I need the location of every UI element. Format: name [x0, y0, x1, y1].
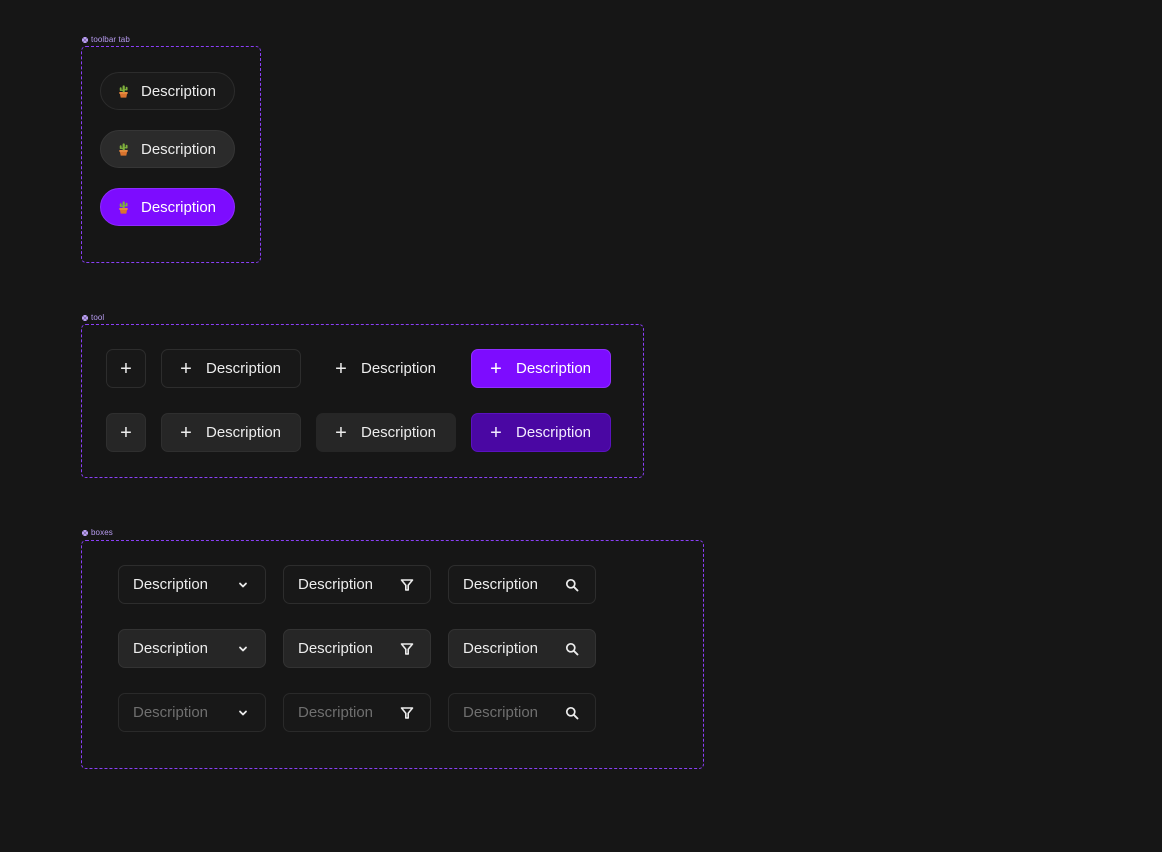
box-label: Description	[463, 576, 539, 593]
search-icon	[565, 578, 579, 591]
filter-box[interactable]: Description	[283, 565, 431, 604]
tool-label: Description	[361, 424, 437, 441]
box-label: Description	[133, 640, 209, 657]
component-icon	[82, 36, 88, 43]
tool-label: Description	[206, 360, 282, 377]
filter-box-placeholder[interactable]: Description	[283, 693, 431, 732]
section-label-boxes: boxes	[82, 528, 113, 537]
component-icon	[82, 529, 88, 536]
box-label: Description	[463, 640, 539, 657]
tool-frame	[81, 324, 644, 478]
add-button-primary-pressed[interactable]: + Description	[471, 413, 611, 452]
chevron-down-icon	[239, 710, 247, 715]
cactus-icon	[119, 201, 128, 214]
tool-label: Description	[206, 424, 282, 441]
toolbar-tab-label: Description	[141, 198, 217, 216]
toolbar-tab-hover[interactable]: Description	[100, 130, 235, 168]
toolbar-tab-active[interactable]: Description	[100, 188, 235, 226]
dropdown-box-hover[interactable]: Description	[118, 629, 266, 668]
plus-icon: +	[180, 421, 192, 444]
filter-box-hover[interactable]: Description	[283, 629, 431, 668]
plus-icon: +	[180, 357, 192, 380]
filter-icon	[400, 578, 414, 591]
add-icon-button[interactable]: +	[106, 349, 146, 388]
dropdown-box[interactable]: Description	[118, 565, 266, 604]
box-label: Description	[298, 704, 374, 721]
box-label: Description	[298, 576, 374, 593]
tool-label: Description	[361, 360, 437, 377]
plus-icon: +	[490, 421, 502, 444]
box-label: Description	[133, 576, 209, 593]
toolbar-tab-default[interactable]: Description	[100, 72, 235, 110]
dropdown-box-placeholder[interactable]: Description	[118, 693, 266, 732]
cactus-icon	[119, 143, 128, 156]
search-icon	[565, 642, 579, 655]
toolbar-tab-label: Description	[141, 140, 217, 158]
search-icon	[565, 706, 579, 719]
toolbar-tab-label: Description	[141, 82, 217, 100]
add-button-primary[interactable]: + Description	[471, 349, 611, 388]
section-label-tool: tool	[82, 313, 104, 322]
chevron-down-icon	[239, 646, 247, 651]
add-button-ghost[interactable]: + Description	[316, 349, 456, 388]
cactus-icon	[119, 85, 128, 98]
plus-icon: +	[335, 421, 347, 444]
section-label-toolbar-tab: toolbar tab	[82, 35, 130, 44]
add-icon-button-hover[interactable]: +	[106, 413, 146, 452]
add-button-outline[interactable]: + Description	[161, 349, 301, 388]
box-label: Description	[463, 704, 539, 721]
filter-icon	[400, 642, 414, 655]
plus-icon: +	[335, 357, 347, 380]
search-box-placeholder[interactable]: Description	[448, 693, 596, 732]
plus-icon: +	[120, 421, 132, 444]
add-button-ghost-hover[interactable]: + Description	[316, 413, 456, 452]
add-button-outline-hover[interactable]: + Description	[161, 413, 301, 452]
box-label: Description	[133, 704, 209, 721]
search-box[interactable]: Description	[448, 565, 596, 604]
plus-icon: +	[120, 357, 132, 380]
box-label: Description	[298, 640, 374, 657]
tool-label: Description	[516, 360, 592, 377]
filter-icon	[400, 706, 414, 719]
tool-label: Description	[516, 424, 592, 441]
plus-icon: +	[490, 357, 502, 380]
search-box-hover[interactable]: Description	[448, 629, 596, 668]
chevron-down-icon	[239, 582, 247, 587]
component-icon	[82, 314, 88, 321]
